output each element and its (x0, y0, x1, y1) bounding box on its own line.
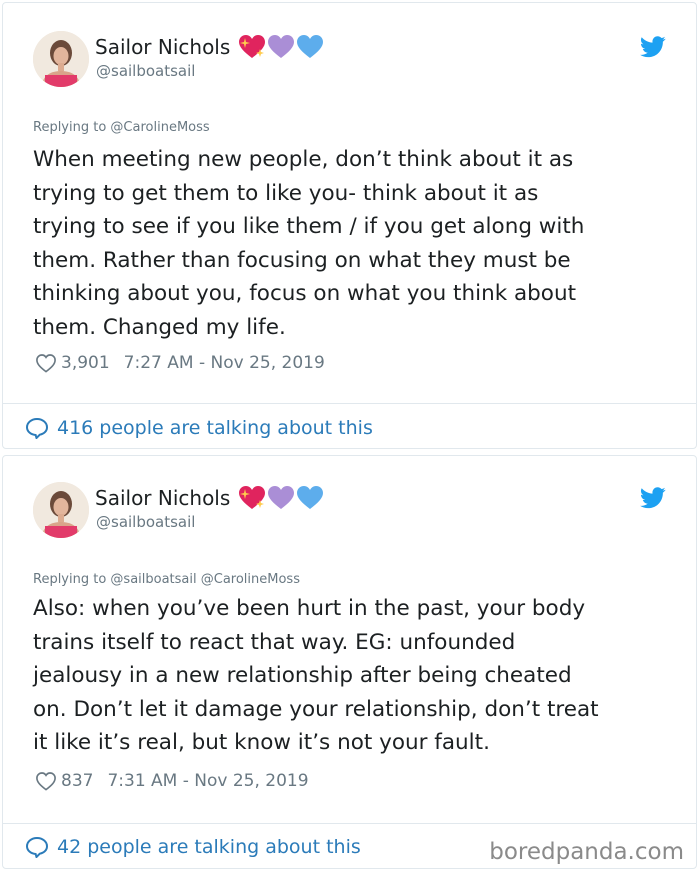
timestamp[interactable]: 7:27 AM - Nov 25, 2019 (124, 353, 325, 373)
divider (3, 403, 696, 404)
talking-text[interactable]: 42 people are talking about this (57, 836, 361, 858)
watermark: boredpanda.com (489, 839, 684, 865)
talking-link[interactable]: 42 people are talking about this (25, 834, 361, 860)
author-name-row[interactable]: Sailor Nichols (95, 485, 325, 511)
heart-outline-icon[interactable] (35, 771, 57, 791)
like-count[interactable]: 3,901 (61, 353, 110, 373)
tweet-text: Also: when you’ve been hurt in the past,… (33, 596, 599, 755)
avatar[interactable] (33, 482, 89, 538)
twitter-bird-icon[interactable] (640, 36, 666, 58)
replying-to[interactable]: Replying to @sailboatsail @CarolineMoss (33, 572, 300, 587)
purple-heart-icon (268, 486, 295, 509)
replying-to[interactable]: Replying to @CarolineMoss (33, 120, 210, 135)
tweet-card: Sailor Nichols @sailboatsail Replying to… (2, 455, 697, 869)
tweet-text: When meeting new people, don’t think abo… (33, 147, 585, 340)
like-count[interactable]: 837 (61, 771, 93, 791)
purple-heart-icon (268, 35, 295, 58)
author-name-row[interactable]: Sailor Nichols (95, 34, 325, 60)
blue-heart-icon (297, 35, 324, 58)
talking-link[interactable]: 416 people are talking about this (25, 415, 373, 441)
avatar[interactable] (33, 31, 89, 87)
blue-heart-icon (297, 486, 324, 509)
author-name[interactable]: Sailor Nichols (95, 486, 230, 510)
speech-bubble-icon (25, 417, 49, 439)
author-handle[interactable]: @sailboatsail (96, 513, 195, 531)
sparkling-heart-icon (239, 486, 266, 509)
name-emojis (238, 485, 325, 511)
tweet-meta: 3,901 7:27 AM - Nov 25, 2019 (35, 351, 325, 375)
author-handle[interactable]: @sailboatsail (96, 62, 195, 80)
talking-text[interactable]: 416 people are talking about this (57, 417, 373, 439)
speech-bubble-icon (25, 836, 49, 858)
twitter-bird-icon[interactable] (640, 487, 666, 509)
name-emojis (238, 34, 325, 60)
author-name[interactable]: Sailor Nichols (95, 35, 230, 59)
divider (3, 823, 696, 824)
sparkling-heart-icon (239, 35, 266, 58)
heart-outline-icon[interactable] (35, 353, 57, 373)
timestamp[interactable]: 7:31 AM - Nov 25, 2019 (107, 771, 308, 791)
tweet-meta: 837 7:31 AM - Nov 25, 2019 (35, 769, 309, 793)
tweet-card: Sailor Nichols @sailboatsail Replying to… (2, 2, 697, 449)
